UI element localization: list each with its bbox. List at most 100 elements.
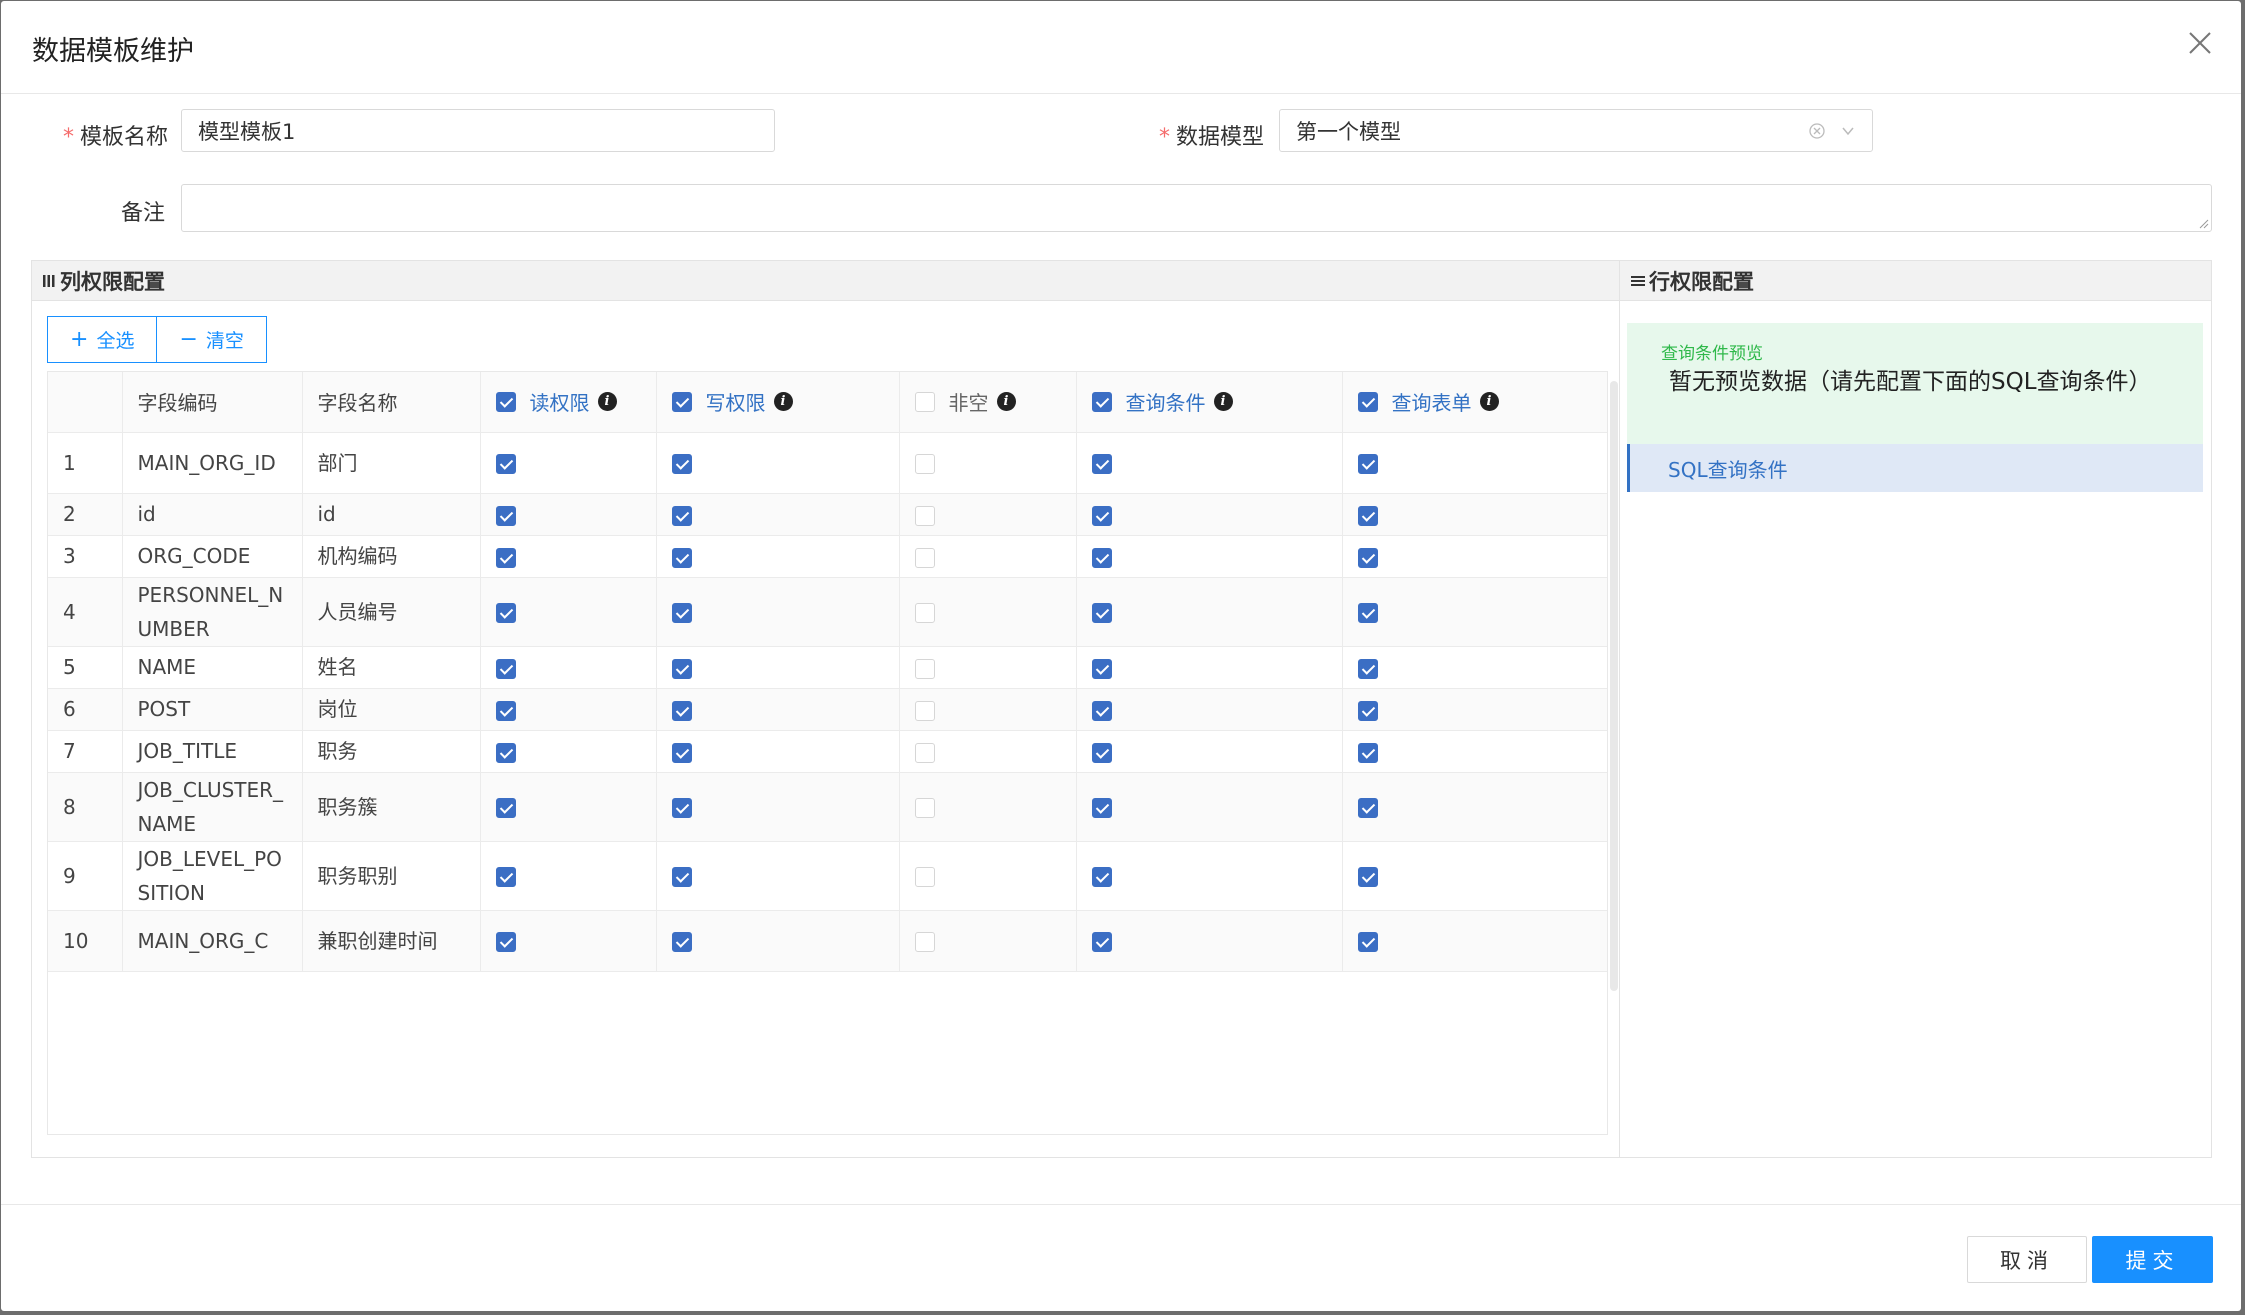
read-cell bbox=[480, 772, 657, 842]
query-form-checkbox[interactable] bbox=[1357, 454, 1378, 474]
read-checkbox[interactable] bbox=[495, 454, 516, 474]
write-all-checkbox[interactable] bbox=[671, 391, 692, 412]
not-null-cell bbox=[899, 432, 1077, 494]
not-null-all-checkbox[interactable] bbox=[914, 391, 935, 412]
info-icon[interactable]: i bbox=[1479, 392, 1499, 412]
query-form-checkbox[interactable] bbox=[1357, 867, 1378, 887]
not-null-cell bbox=[899, 772, 1077, 842]
read-checkbox[interactable] bbox=[495, 603, 516, 623]
query-form-checkbox[interactable] bbox=[1357, 603, 1378, 623]
read-checkbox[interactable] bbox=[495, 700, 516, 721]
not-null-checkbox[interactable] bbox=[914, 505, 935, 526]
template-name-input[interactable]: 模型模板1 bbox=[181, 109, 775, 152]
not-null-checkbox[interactable] bbox=[914, 603, 935, 623]
table-row: 2 id id bbox=[48, 493, 1607, 536]
table-scrollbar[interactable] bbox=[1610, 381, 1618, 991]
query-cond-cell bbox=[1076, 688, 1343, 731]
sql-query-condition-item[interactable]: SQL查询条件 bbox=[1627, 444, 2203, 492]
resize-handle-icon[interactable] bbox=[2197, 217, 2209, 229]
read-checkbox[interactable] bbox=[495, 547, 516, 568]
query-cond-checkbox[interactable] bbox=[1091, 505, 1112, 526]
field-code-cell: NAME bbox=[122, 646, 303, 689]
col-index-header bbox=[48, 372, 123, 433]
remark-textarea[interactable] bbox=[181, 184, 2212, 232]
field-code-cell: JOB_TITLE bbox=[122, 730, 303, 773]
info-icon[interactable]: i bbox=[996, 392, 1016, 412]
write-checkbox[interactable] bbox=[671, 798, 692, 818]
query-form-checkbox[interactable] bbox=[1357, 700, 1378, 721]
submit-button[interactable]: 提交 bbox=[2092, 1236, 2213, 1283]
query-cond-cell bbox=[1076, 730, 1343, 773]
info-icon[interactable]: i bbox=[597, 392, 617, 412]
read-cell bbox=[480, 910, 657, 972]
read-all-checkbox[interactable] bbox=[495, 391, 516, 412]
not-null-checkbox[interactable] bbox=[914, 742, 935, 763]
write-checkbox[interactable] bbox=[671, 547, 692, 568]
not-null-cell bbox=[899, 646, 1077, 689]
not-null-checkbox[interactable] bbox=[914, 867, 935, 887]
select-all-button[interactable]: + 全选 bbox=[47, 316, 158, 363]
col-field-name-header: 字段名称 bbox=[302, 372, 481, 433]
write-checkbox[interactable] bbox=[671, 867, 692, 887]
close-icon[interactable] bbox=[2185, 28, 2215, 58]
read-checkbox[interactable] bbox=[495, 932, 516, 952]
write-cell bbox=[656, 772, 900, 842]
query-form-all-checkbox[interactable] bbox=[1357, 391, 1378, 412]
query-cond-checkbox[interactable] bbox=[1091, 742, 1112, 763]
info-icon[interactable]: i bbox=[1213, 392, 1233, 412]
field-code-cell: MAIN_ORG_ID bbox=[122, 432, 303, 494]
query-cond-checkbox[interactable] bbox=[1091, 603, 1112, 623]
query-form-checkbox[interactable] bbox=[1357, 547, 1378, 568]
query-cond-checkbox[interactable] bbox=[1091, 454, 1112, 474]
query-cond-checkbox[interactable] bbox=[1091, 547, 1112, 568]
write-checkbox[interactable] bbox=[671, 658, 692, 679]
read-checkbox[interactable] bbox=[495, 867, 516, 887]
query-cond-checkbox[interactable] bbox=[1091, 658, 1112, 679]
query-form-checkbox[interactable] bbox=[1357, 932, 1378, 952]
cancel-button[interactable]: 取消 bbox=[1967, 1236, 2087, 1283]
not-null-checkbox[interactable] bbox=[914, 932, 935, 952]
col-not-null-header: 非空 i bbox=[899, 372, 1077, 433]
info-icon[interactable]: i bbox=[773, 392, 793, 412]
read-checkbox[interactable] bbox=[495, 742, 516, 763]
preview-label: 查询条件预览 bbox=[1661, 344, 1763, 364]
query-form-checkbox[interactable] bbox=[1357, 658, 1378, 679]
query-form-cell bbox=[1342, 535, 1607, 578]
write-checkbox[interactable] bbox=[671, 505, 692, 526]
query-form-checkbox[interactable] bbox=[1357, 798, 1378, 818]
clear-button[interactable]: − 清空 bbox=[156, 316, 267, 363]
not-null-checkbox[interactable] bbox=[914, 547, 935, 568]
field-name-cell: 部门 bbox=[302, 432, 481, 494]
write-checkbox[interactable] bbox=[671, 603, 692, 623]
row-index: 9 bbox=[48, 841, 123, 911]
table-header-row: 字段编码 字段名称 读权限 i 写权限 i 非空 i 查询条件 i 查询表单 i bbox=[48, 372, 1607, 433]
read-checkbox[interactable] bbox=[495, 798, 516, 818]
query-form-checkbox[interactable] bbox=[1357, 742, 1378, 763]
read-cell bbox=[480, 646, 657, 689]
read-checkbox[interactable] bbox=[495, 505, 516, 526]
query-form-checkbox[interactable] bbox=[1357, 505, 1378, 526]
query-cond-checkbox[interactable] bbox=[1091, 867, 1112, 887]
field-name-cell: id bbox=[302, 493, 481, 536]
write-checkbox[interactable] bbox=[671, 454, 692, 474]
not-null-checkbox[interactable] bbox=[914, 700, 935, 721]
read-checkbox[interactable] bbox=[495, 658, 516, 679]
write-checkbox[interactable] bbox=[671, 742, 692, 763]
data-model-select[interactable]: 第一个模型 bbox=[1279, 109, 1873, 152]
query-form-cell bbox=[1342, 493, 1607, 536]
not-null-cell bbox=[899, 493, 1077, 536]
query-cond-checkbox[interactable] bbox=[1091, 932, 1112, 952]
query-cond-all-checkbox[interactable] bbox=[1091, 391, 1112, 412]
not-null-checkbox[interactable] bbox=[914, 454, 935, 474]
query-cond-cell bbox=[1076, 772, 1343, 842]
write-checkbox[interactable] bbox=[671, 932, 692, 952]
query-cond-checkbox[interactable] bbox=[1091, 700, 1112, 721]
read-cell bbox=[480, 493, 657, 536]
read-cell bbox=[480, 577, 657, 647]
not-null-checkbox[interactable] bbox=[914, 798, 935, 818]
clear-circle-icon[interactable] bbox=[1808, 122, 1826, 140]
write-checkbox[interactable] bbox=[671, 700, 692, 721]
chevron-down-icon[interactable] bbox=[1840, 123, 1856, 139]
not-null-checkbox[interactable] bbox=[914, 658, 935, 679]
query-cond-checkbox[interactable] bbox=[1091, 798, 1112, 818]
